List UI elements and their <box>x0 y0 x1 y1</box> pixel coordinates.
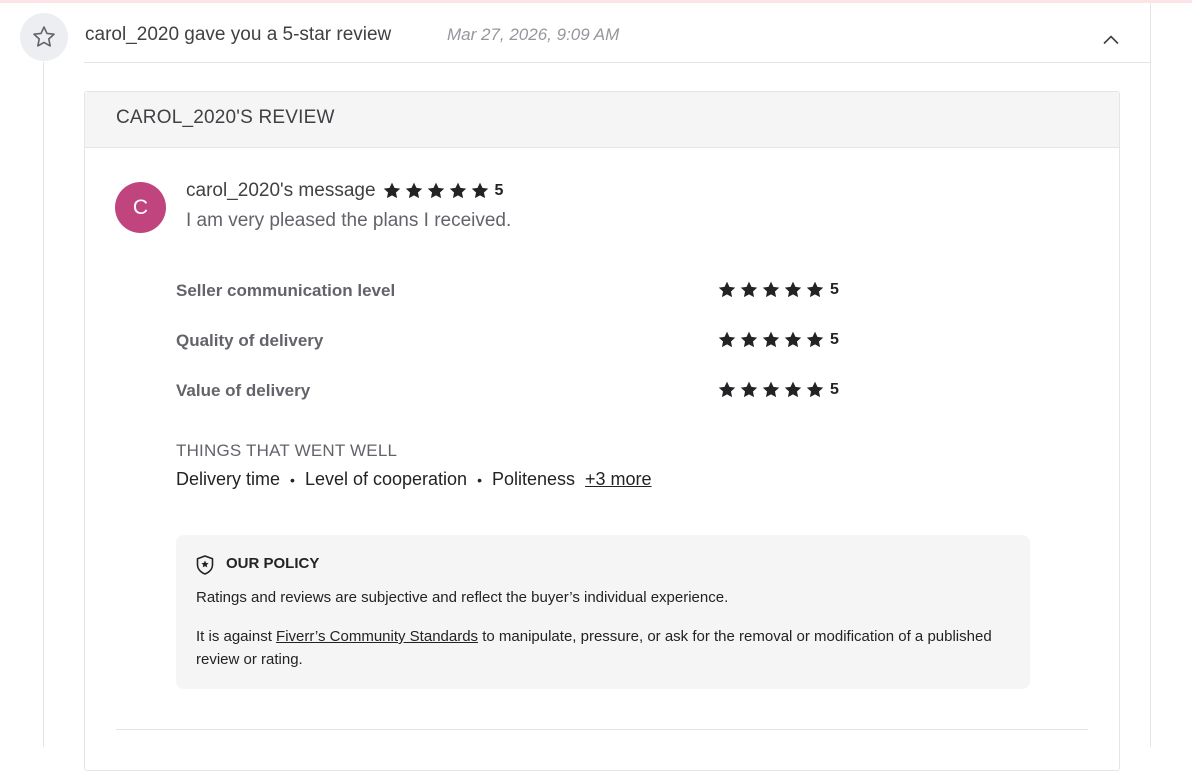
review-card: CAROL_2020'S REVIEW C carol_2020's messa… <box>84 91 1120 771</box>
rating-stars-group: 5 <box>717 280 839 300</box>
card-divider <box>116 729 1088 730</box>
rating-value: 5 <box>830 331 839 348</box>
star-filled-icon <box>806 281 824 298</box>
collapse-chevron-up-icon[interactable] <box>1101 30 1121 50</box>
policy-title: OUR POLICY <box>226 555 320 572</box>
notification-star-icon <box>20 13 68 61</box>
notification-timestamp: Mar 27, 2026, 9:09 AM <box>447 25 620 44</box>
review-card-title: CAROL_2020'S REVIEW <box>116 107 335 128</box>
star-filled-icon <box>449 182 466 199</box>
went-well-item: Level of cooperation <box>304 469 468 489</box>
star-filled-icon <box>740 381 758 398</box>
rating-stars <box>717 330 825 350</box>
went-well-title: THINGS THAT WENT WELL <box>176 441 398 460</box>
overall-rating-stars <box>382 181 490 201</box>
rating-label: Quality of delivery <box>176 331 324 350</box>
avatar[interactable]: C <box>115 182 166 233</box>
star-filled-icon <box>405 182 422 199</box>
rating-stars-group: 5 <box>717 330 839 350</box>
policy-text: It is against <box>196 628 277 645</box>
review-card-header: CAROL_2020'S REVIEW <box>85 92 1119 148</box>
went-well-item: Politeness <box>491 469 576 489</box>
policy-paragraph: It is against Fiverr’s Community Standar… <box>196 625 1006 671</box>
rating-value: 5 <box>830 281 839 298</box>
timeline-line <box>43 62 44 747</box>
message-text: I am very pleased the plans I received. <box>186 210 512 231</box>
header-divider <box>84 62 1151 63</box>
message-title: carol_2020's message <box>186 180 376 201</box>
star-filled-icon <box>762 381 780 398</box>
star-filled-icon <box>762 281 780 298</box>
star-filled-icon <box>471 182 488 199</box>
star-filled-icon <box>718 381 736 398</box>
went-well-item: Delivery time <box>176 469 281 489</box>
star-filled-icon <box>718 331 736 348</box>
rating-value: 5 <box>830 381 839 398</box>
rating-stars <box>717 280 825 300</box>
rating-label: Value of delivery <box>176 381 311 400</box>
bullet-separator: • <box>477 471 482 488</box>
star-outline-icon <box>33 26 55 47</box>
star-filled-icon <box>383 182 400 199</box>
rating-row-quality-of-delivery: Quality of delivery 5 <box>176 330 876 354</box>
rating-row-value-of-delivery: Value of delivery 5 <box>176 380 876 404</box>
star-filled-icon <box>740 281 758 298</box>
rating-label: Seller communication level <box>176 281 396 300</box>
community-standards-link[interactable]: Fiverr’s Community Standards <box>276 628 478 645</box>
star-filled-icon <box>762 331 780 348</box>
star-filled-icon <box>806 381 824 398</box>
notification-title: carol_2020 gave you a 5-star review <box>85 24 392 45</box>
shield-star-icon <box>196 555 214 575</box>
went-well-list: Delivery time • Level of cooperation • P… <box>176 469 652 490</box>
star-filled-icon <box>718 281 736 298</box>
star-filled-icon <box>784 281 802 298</box>
rating-stars-group: 5 <box>717 380 839 400</box>
star-filled-icon <box>740 331 758 348</box>
rating-stars <box>717 380 825 400</box>
policy-box: OUR POLICY Ratings and reviews are subje… <box>176 535 1030 689</box>
top-border <box>0 0 1192 3</box>
message-header: carol_2020's message 5 <box>186 180 503 202</box>
show-more-link[interactable]: +3 more <box>585 469 652 490</box>
policy-paragraph: Ratings and reviews are subjective and r… <box>196 589 729 606</box>
star-filled-icon <box>784 381 802 398</box>
star-filled-icon <box>784 331 802 348</box>
bullet-separator: • <box>290 471 295 488</box>
star-filled-icon <box>427 182 444 199</box>
rating-row-seller-communication: Seller communication level 5 <box>176 280 876 304</box>
right-border <box>1150 3 1151 747</box>
star-filled-icon <box>806 331 824 348</box>
overall-rating-value: 5 <box>494 182 504 199</box>
